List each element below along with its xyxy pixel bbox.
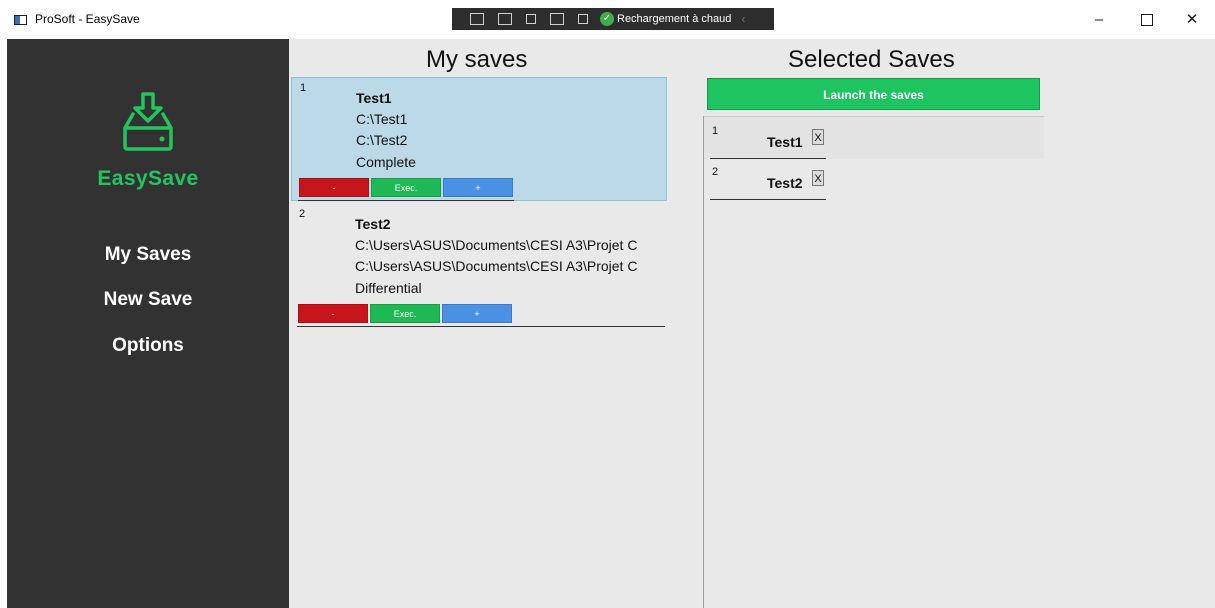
maximize-icon [1141, 14, 1153, 27]
display-adorners-icon[interactable] [526, 14, 536, 24]
remove-save-button[interactable]: - [299, 178, 369, 197]
save-target-path: C:\Users\ASUS\Documents\CESI A3\Projet C [355, 258, 638, 274]
my-saves-heading: My saves [426, 46, 528, 73]
hot-reload-label[interactable]: Rechargement à chaud [617, 13, 731, 25]
add-to-selection-button[interactable]: + [443, 178, 513, 197]
save-index: 1 [300, 82, 307, 94]
save-type: Differential [355, 280, 422, 296]
save-card[interactable]: 1 Test1 C:\Test1 C:\Test2 Complete - Exe… [291, 77, 667, 201]
save-name: Test1 [356, 90, 392, 106]
selected-save-name: Test2 [767, 175, 803, 191]
main-content: My saves Selected Saves 1 Test1 C:\Test1… [289, 39, 1215, 608]
app-window-icon [14, 15, 27, 25]
save-target-path: C:\Test2 [356, 132, 408, 148]
selected-save-row: 1 Test1 X [704, 116, 1044, 159]
select-element-icon[interactable] [498, 13, 512, 25]
row-divider [710, 199, 826, 200]
title-bar: ProSoft - EasySave ✓ Rechargement à chau… [0, 0, 1215, 39]
selected-saves-heading: Selected Saves [788, 46, 955, 73]
remove-selected-button[interactable]: X [812, 129, 824, 145]
selected-save-index: 2 [712, 166, 719, 178]
card-divider [298, 200, 514, 201]
selected-save-row: 2 Test2 X [704, 158, 1044, 200]
sidebar: EasySave My Saves New Save Options [7, 39, 289, 608]
save-index: 2 [299, 208, 306, 220]
add-to-selection-button[interactable]: + [442, 304, 512, 323]
close-button[interactable]: ✕ [1172, 8, 1212, 32]
live-visual-tree-icon[interactable] [470, 13, 484, 25]
brand-name: EasySave [97, 167, 199, 190]
window-title: ProSoft - EasySave [35, 12, 140, 26]
minimize-button[interactable]: – [1079, 8, 1119, 32]
save-card[interactable]: 2 Test2 C:\Users\ASUS\Documents\CESI A3\… [291, 204, 667, 328]
chevron-left-icon[interactable]: ‹ [741, 12, 745, 26]
remove-save-button[interactable]: - [298, 304, 368, 323]
exec-save-button[interactable]: Exec. [371, 178, 441, 197]
remove-selected-button[interactable]: X [812, 170, 824, 186]
binding-failures-icon[interactable] [578, 14, 588, 24]
nav-new-save[interactable]: New Save [7, 289, 289, 311]
check-circle-icon: ✓ [600, 12, 614, 26]
save-name: Test2 [355, 216, 391, 232]
exec-save-button[interactable]: Exec. [370, 304, 440, 323]
nav-options[interactable]: Options [7, 335, 289, 357]
list-divider [297, 326, 665, 327]
track-focus-icon[interactable] [550, 13, 564, 25]
debug-toolbar: ✓ Rechargement à chaud ‹ [452, 8, 774, 30]
launch-saves-button[interactable]: Launch the saves [707, 78, 1040, 110]
download-drive-icon [123, 92, 173, 151]
save-source-path: C:\Users\ASUS\Documents\CESI A3\Projet C [355, 237, 638, 253]
maximize-button[interactable] [1127, 8, 1167, 32]
save-source-path: C:\Test1 [356, 111, 408, 127]
save-type: Complete [356, 154, 416, 170]
selected-save-name: Test1 [767, 134, 803, 150]
nav-my-saves[interactable]: My Saves [7, 244, 289, 266]
selected-save-index: 1 [712, 125, 719, 137]
